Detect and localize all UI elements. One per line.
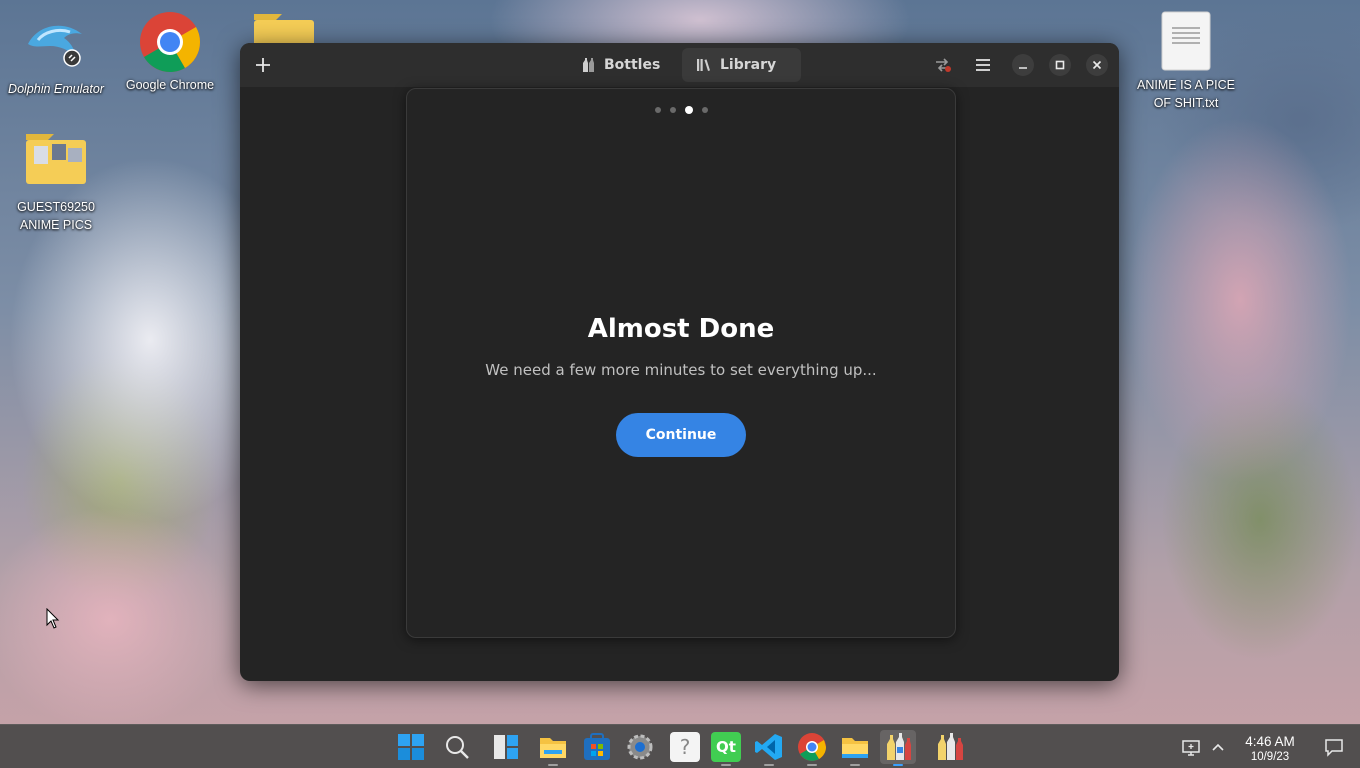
desktop-icon-anime-pics-folder[interactable]: GUEST69250 ANIME PICS [6,132,106,234]
display-icon [1182,740,1200,756]
desktop-icon-label: ANIME IS A PICE OF SHIT.txt [1137,78,1235,110]
minimize-button[interactable] [1012,54,1034,76]
mouse-cursor-icon [46,608,60,629]
folder-icon [24,132,88,196]
running-indicator [850,764,860,766]
dialog-title: Almost Done [587,314,775,344]
notification-icon [1325,739,1343,757]
carousel-dot-active[interactable] [684,106,693,114]
add-bottle-button[interactable] [249,51,277,79]
running-indicator [764,764,774,766]
onboarding-dialog: Almost Done We need a few more minutes t… [406,88,956,638]
close-button[interactable] [1086,54,1108,76]
chrome-icon [798,733,826,761]
minimize-icon [1019,67,1027,69]
vscode-icon [755,734,782,760]
widgets-icon [494,735,518,759]
tab-label: Bottles [604,57,661,73]
windows-start-icon [398,734,424,760]
desktop-icon-label: GUEST69250 ANIME PICS [17,200,95,232]
folder-icon [842,738,868,758]
bottles-window: Bottles Library Almost Done We need a fe… [240,43,1119,681]
taskbar: ? Qt 4:46 AM 10/9/23 [0,724,1360,768]
bottles-alt-button[interactable] [934,732,968,762]
file-explorer-button[interactable] [538,732,568,762]
carousel-dot[interactable] [654,107,661,113]
add-icon [256,58,270,72]
continue-button[interactable]: Continue [616,413,746,457]
tray-display-button[interactable] [1180,732,1202,762]
clock-time: 4:46 AM [1245,734,1295,749]
tray-overflow-button[interactable] [1208,732,1228,762]
carousel-dot[interactable] [701,107,708,113]
header-bar: Bottles Library [240,43,1119,87]
store-icon [584,733,610,760]
desktop-icon-label: Dolphin Emulator [8,82,104,96]
qt-creator-button[interactable]: Qt [711,732,741,762]
main-menu-button[interactable] [969,51,997,79]
qt-icon: Qt [716,738,736,756]
files-button[interactable] [840,732,870,762]
widgets-button[interactable] [491,732,521,762]
help-button[interactable]: ? [670,732,700,762]
chevron-up-icon [1212,743,1224,751]
dialog-subtitle: We need a few more minutes to set everyt… [485,361,877,379]
bottles-taskbar-button[interactable] [880,730,916,764]
notifications-button[interactable] [1322,732,1346,762]
microsoft-store-button[interactable] [582,732,612,762]
transfer-button[interactable] [929,51,957,79]
desktop-icon-label: Google Chrome [125,78,215,92]
google-chrome-button[interactable] [797,732,827,762]
carousel-indicator [407,106,955,114]
running-indicator-active [893,764,903,766]
vscode-button[interactable] [754,732,784,762]
search-button[interactable] [442,732,472,762]
tab-library[interactable]: Library [682,48,801,82]
text-file-icon [1154,10,1218,74]
transfer-icon [936,58,951,72]
bottles-icon [583,58,594,72]
bottles-app-icon [938,733,963,760]
taskbar-clock[interactable]: 4:46 AM 10/9/23 [1234,734,1306,764]
tab-label: Library [720,57,777,73]
chrome-icon [138,10,202,74]
library-icon [697,59,710,71]
start-button[interactable] [396,732,426,762]
tab-bottles[interactable]: Bottles [566,48,674,82]
carousel-dot[interactable] [669,107,676,113]
desktop-icon-chrome[interactable]: Google Chrome [120,10,220,94]
close-icon [1092,60,1102,70]
running-indicator [548,764,558,766]
hamburger-menu-icon [976,59,990,71]
desktop-icon-text-file[interactable]: ANIME IS A PICE OF SHIT.txt [1136,10,1236,112]
settings-gear-icon [627,734,653,760]
running-indicator [721,764,731,766]
dolphin-icon [24,14,88,78]
desktop-icon-dolphin[interactable]: Dolphin Emulator [6,14,106,98]
maximize-icon [1055,60,1065,70]
maximize-button[interactable] [1049,54,1071,76]
search-icon [446,736,469,759]
running-indicator [807,764,817,766]
clock-date: 10/9/23 [1250,751,1290,763]
settings-button[interactable] [625,732,655,762]
bottles-app-icon [887,733,911,760]
file-explorer-icon [540,738,566,758]
help-icon: ? [679,735,691,759]
